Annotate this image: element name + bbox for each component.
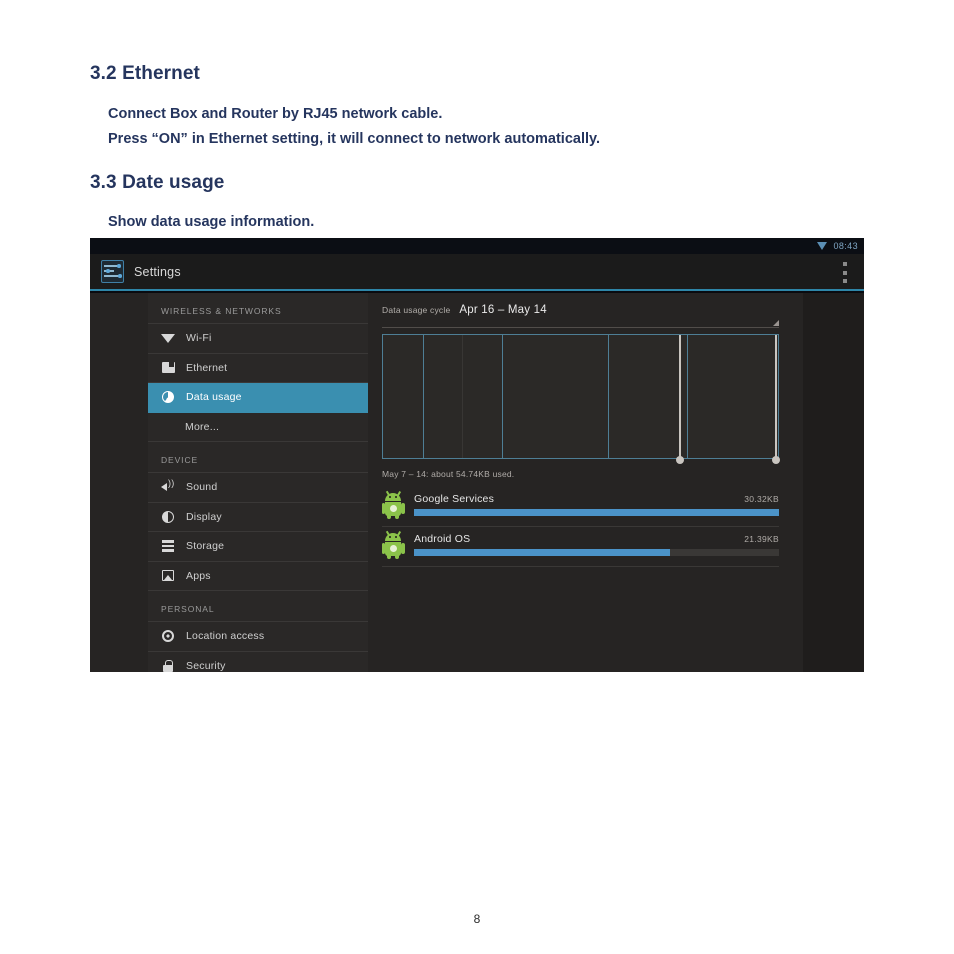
storage-icon (161, 539, 175, 553)
chart-gridline (462, 335, 463, 458)
document-body: 3.2 Ethernet Connect Box and Router by R… (90, 62, 870, 236)
sidebar-item-ethernet[interactable]: Ethernet (148, 354, 368, 383)
app-name: Google Services (414, 493, 495, 505)
app-usage-row[interactable]: Google Services 30.32KB (381, 487, 779, 527)
sidebar-item-more[interactable]: More... (148, 413, 368, 442)
sidebar-item-data-usage[interactable]: Data usage (148, 383, 368, 413)
status-bar-clock: 08:43 (833, 241, 858, 251)
chart-caption: May 7 – 14: about 54.74KB used. (382, 469, 515, 479)
speaker-icon (161, 479, 175, 494)
sidebar-item-label: Ethernet (186, 361, 228, 374)
data-usage-chart[interactable] (382, 334, 781, 464)
location-icon (161, 629, 175, 643)
settings-sliders-icon (101, 260, 124, 283)
data-usage-cycle-row[interactable]: Data usage cycle Apr 16 – May 14 (368, 293, 793, 316)
chart-gridline (422, 335, 424, 458)
overflow-menu-icon[interactable] (843, 262, 848, 283)
heading-3-2: 3.2 Ethernet (90, 63, 200, 84)
sidebar-item-label: Sound (186, 481, 218, 494)
app-size: 21.39KB (744, 534, 779, 544)
content-panel-edge (803, 293, 864, 672)
sidebar-item-label: Security (186, 659, 226, 672)
manual-page: 3.2 Ethernet Connect Box and Router by R… (0, 0, 954, 954)
sidebar-section-personal: PERSONAL (148, 591, 368, 622)
pie-chart-icon (161, 390, 175, 404)
android-robot-icon (381, 490, 405, 519)
page-number: 8 (473, 912, 481, 926)
paragraph-3-3-line-1: Show data usage information. (108, 214, 315, 231)
settings-sidebar: WIRELESS & NETWORKS Wi-Fi Ethernet Data … (148, 293, 368, 672)
brightness-icon (161, 510, 175, 524)
wifi-icon (161, 331, 175, 345)
sidebar-item-label: Location access (186, 630, 265, 643)
sidebar-item-label: Wi-Fi (186, 332, 212, 345)
data-usage-cycle-label: Data usage cycle (382, 305, 451, 315)
sidebar-item-storage[interactable]: Storage (148, 532, 368, 562)
app-name: Android OS (414, 533, 471, 545)
paragraph-3-2-line-1: Connect Box and Router by RJ45 network c… (108, 105, 443, 122)
data-usage-cycle-value: Apr 16 – May 14 (459, 304, 547, 316)
resize-handle-icon[interactable] (382, 319, 779, 328)
sidebar-item-location-access[interactable]: Location access (148, 622, 368, 652)
sidebar-item-apps[interactable]: Apps (148, 562, 368, 591)
app-usage-bar (414, 549, 779, 556)
lock-icon (161, 659, 175, 672)
sidebar-section-device: DEVICE (148, 442, 368, 473)
sidebar-section-wireless: WIRELESS & NETWORKS (148, 293, 368, 324)
sidebar-item-label: Apps (186, 569, 211, 582)
sidebar-item-display[interactable]: Display (148, 503, 368, 532)
app-usage-list: Google Services 30.32KB Android OS 21.39… (381, 487, 779, 567)
sidebar-item-label: Display (186, 510, 222, 523)
ethernet-icon (161, 361, 175, 375)
sidebar-item-sound[interactable]: Sound (148, 473, 368, 503)
chart-gridline (501, 335, 503, 458)
app-usage-row[interactable]: Android OS 21.39KB (381, 527, 779, 567)
settings-content: WIRELESS & NETWORKS Wi-Fi Ethernet Data … (90, 293, 864, 672)
app-title: Settings (134, 264, 181, 279)
app-size: 30.32KB (744, 494, 779, 504)
chart-gridline (608, 335, 610, 458)
wifi-icon (817, 241, 828, 251)
data-usage-detail-pane: Data usage cycle Apr 16 – May 14 May 7 –… (368, 293, 793, 672)
paragraph-3-2-line-2: Press “ON” in Ethernet setting, it will … (108, 131, 601, 148)
sidebar-item-label: Storage (186, 540, 225, 553)
chart-gridline (687, 335, 689, 458)
heading-3-3: 3.3 Date usage (90, 171, 225, 193)
status-bar: 08:43 (90, 238, 864, 254)
android-settings-screenshot: 08:43 Settings WIRELESS & NETWORKS Wi-Fi (90, 238, 864, 672)
sidebar-item-label: Data usage (186, 391, 242, 404)
sidebar-item-label: More... (185, 420, 220, 433)
chart-plot-area (382, 334, 781, 464)
app-usage-bar (414, 509, 779, 516)
chart-selection-handle-start[interactable] (676, 335, 685, 464)
sidebar-item-wi-fi[interactable]: Wi-Fi (148, 324, 368, 354)
apps-icon (161, 569, 175, 583)
chart-selection-handle-end[interactable] (772, 335, 781, 464)
status-bar-right: 08:43 (817, 238, 858, 254)
action-bar: Settings (90, 254, 864, 291)
sidebar-item-security[interactable]: Security (148, 652, 368, 673)
android-robot-icon (381, 530, 405, 559)
